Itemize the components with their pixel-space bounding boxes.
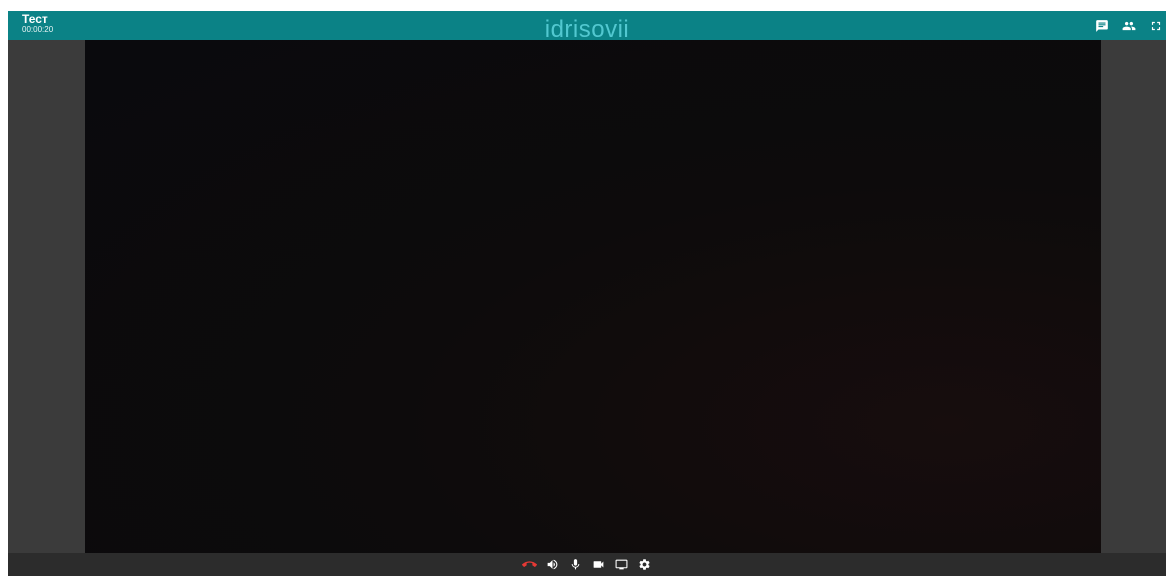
hang-up-icon: [522, 561, 537, 567]
microphone-button[interactable]: [565, 555, 587, 575]
room-name: Тест: [22, 12, 48, 26]
settings-button[interactable]: [634, 555, 656, 575]
header-actions: [1083, 17, 1164, 35]
screen-share-button[interactable]: [611, 555, 633, 575]
participants-icon: [1122, 21, 1136, 31]
camera-icon: [593, 561, 604, 568]
camera-button[interactable]: [588, 555, 610, 575]
fullscreen-icon: [1151, 21, 1161, 31]
call-controls-bar: [8, 553, 1166, 576]
call-header: Тест 00:00:20 idrisovii: [8, 11, 1166, 43]
participants-button[interactable]: [1121, 18, 1137, 34]
hang-up-button[interactable]: [519, 555, 541, 575]
remote-video: [85, 40, 1101, 553]
speaker-icon: [547, 559, 558, 570]
room-info: Тест 00:00:20: [22, 13, 53, 34]
microphone-icon: [571, 559, 580, 570]
fullscreen-button[interactable]: [1148, 18, 1164, 34]
speaker-button[interactable]: [542, 555, 564, 575]
chat-icon: [1096, 20, 1108, 32]
video-call-window: Тест 00:00:20 idrisovii: [8, 11, 1166, 576]
call-timer: 00:00:20: [22, 25, 54, 34]
chat-button[interactable]: [1094, 18, 1110, 34]
settings-gear-icon: [639, 559, 650, 570]
screen-share-icon: [615, 559, 628, 570]
